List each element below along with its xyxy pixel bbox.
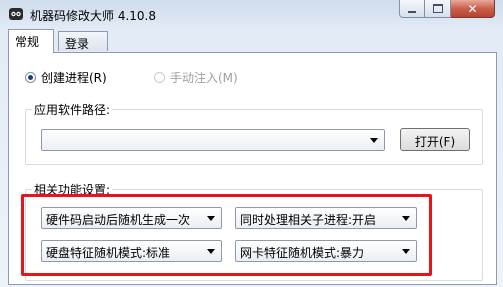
app-path-group-title: 应用软件路径: [32,101,113,118]
manual-inject-radio: 手动注入(M) [154,69,238,86]
tab-login[interactable]: 登录 [58,31,108,51]
create-process-radio[interactable]: 创建进程(R) [25,69,107,86]
open-file-button[interactable]: 打开(F) [400,128,470,151]
dropdown-arrow-icon [370,138,378,143]
maximize-button[interactable] [425,0,451,18]
app-window: 机器码修改大师 4.10.8 ✕ 常规 登录 创建进程(R) 手动注入(M) 应… [0,0,503,287]
app-icon [9,8,23,20]
minimize-button[interactable] [399,0,425,18]
tab-general[interactable]: 常规 [8,29,54,53]
app-path-combobox[interactable] [41,129,385,151]
app-path-group: 应用软件路径: 打开(F) [25,101,483,165]
window-controls: ✕ [399,0,495,20]
radio-unselected-icon [154,72,165,83]
close-icon: ✕ [467,1,478,16]
create-process-label: 创建进程(R) [41,71,107,85]
radio-selected-icon [25,72,36,83]
close-button[interactable]: ✕ [451,0,495,18]
window-title: 机器码修改大师 4.10.8 [30,9,156,23]
title-bar[interactable]: 机器码修改大师 4.10.8 ✕ [0,0,503,28]
highlight-annotation [21,194,432,276]
minimize-icon [408,10,416,13]
maximize-icon [432,4,443,13]
manual-inject-label: 手动注入(M) [170,71,238,85]
